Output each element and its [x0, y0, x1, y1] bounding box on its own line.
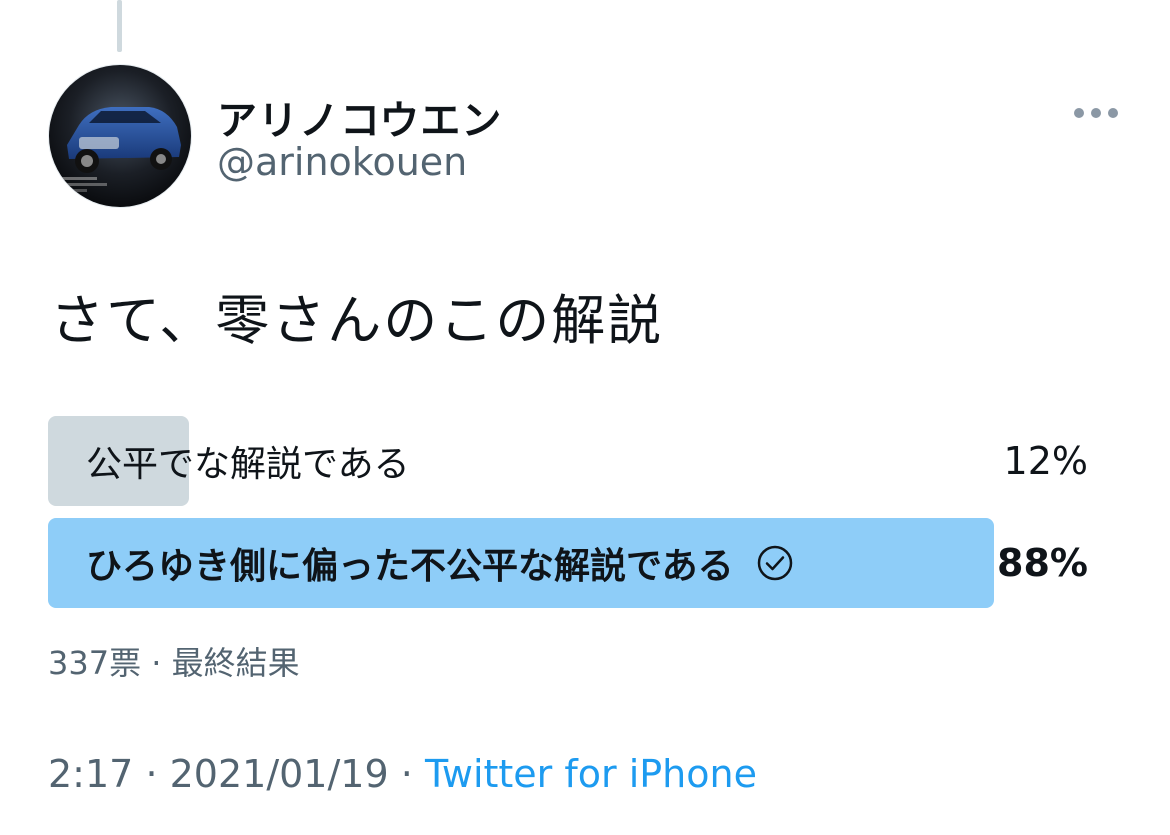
poll-status: 最終結果	[171, 644, 300, 682]
more-dot	[1091, 108, 1101, 118]
poll-separator: ·	[151, 644, 162, 682]
poll-votes: 337票	[48, 644, 142, 682]
tweet-time[interactable]: 2:17	[48, 752, 133, 796]
author-handle[interactable]: @arinokouen	[217, 140, 467, 184]
poll-option-label-2: ひろゆき側に偏った不公平な解説である	[86, 546, 734, 587]
poll-option-percent-1: 12%	[1003, 439, 1088, 483]
poll-option-percent-2: 88%	[997, 541, 1088, 585]
poll-option-1: 公平でな解説である 12%	[48, 416, 1088, 506]
car-avatar-icon	[49, 65, 191, 207]
tweet-date[interactable]: 2021/01/19	[170, 752, 389, 796]
tweet-text: さて、零さんのこの解説	[50, 289, 664, 352]
poll-option-label-1: 公平でな解説である	[86, 444, 410, 485]
avatar[interactable]	[48, 64, 192, 208]
meta-separator: ·	[400, 752, 413, 796]
poll-option-2: ひろゆき側に偏った不公平な解説である 88%	[48, 518, 1088, 608]
poll-summary: 337票 · 最終結果	[48, 638, 300, 684]
thread-connector-line	[117, 0, 122, 52]
meta-separator: ·	[145, 752, 158, 796]
check-circle-icon	[757, 545, 792, 581]
tweet-timestamp-row: 2:17 · 2021/01/19 · Twitter for iPhone	[48, 752, 757, 796]
author-display-name[interactable]: アリノコウエン	[217, 88, 502, 146]
more-options-button[interactable]	[1068, 96, 1124, 130]
tweet-source-link[interactable]: Twitter for iPhone	[425, 752, 757, 796]
more-dot	[1108, 108, 1118, 118]
more-horizontal-icon	[1074, 108, 1084, 118]
poll-option-label-wrap-2: ひろゆき側に偏った不公平な解説である	[86, 518, 794, 608]
